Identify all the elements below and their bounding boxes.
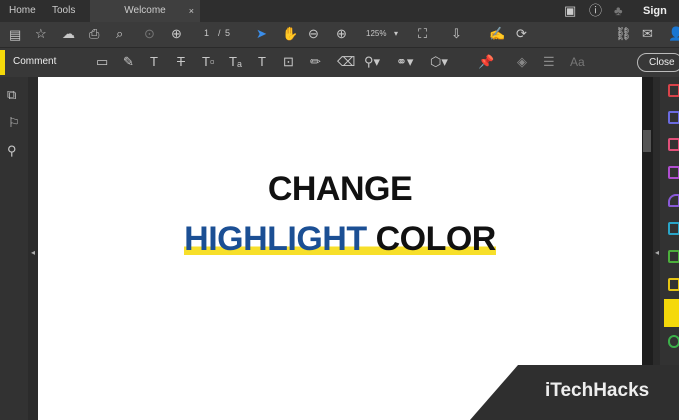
highlighter-icon[interactable]: ✎	[123, 55, 134, 68]
shapes-icon[interactable]: ⬡▾	[430, 55, 448, 68]
page-down-icon[interactable]: ⊕	[171, 27, 182, 40]
comment-label: Comment	[13, 56, 57, 67]
watermark-logo: iTechHacks	[545, 380, 650, 401]
attachment-icon[interactable]: ⚲	[7, 144, 17, 157]
add-text-icon[interactable]: T	[258, 55, 266, 68]
pin-icon[interactable]: 📌	[478, 55, 494, 68]
scan-ocr-icon[interactable]	[668, 222, 679, 235]
insert-text-icon[interactable]: Tₐ	[229, 55, 242, 68]
upload-cloud-icon[interactable]: ☁	[62, 27, 75, 40]
share-link-icon[interactable]: ⛓	[615, 27, 632, 40]
doc-heading-rest: COLOR	[366, 220, 497, 258]
text-box-icon[interactable]: ⊡	[283, 55, 294, 68]
export-pdf-icon[interactable]	[668, 84, 679, 97]
print-icon[interactable]: ⎙	[89, 27, 99, 40]
fill-sign-icon[interactable]	[668, 194, 679, 207]
page-separator: /	[218, 28, 221, 38]
main-toolbar: ▤ ☆ ☁ ⎙ ⌕ ⊙ ⊕ 1 / 5 ➤ ✋ ⊖ ⊕ 125% ▾ ⛶ ⇩ ✍…	[0, 22, 679, 48]
attach-file-icon[interactable]: ⚭▾	[396, 55, 413, 68]
page-total: 5	[225, 28, 231, 38]
page-fit-icon[interactable]: ⛶	[418, 27, 427, 40]
doc-heading-line2: HIGHLIGHT COLOR	[38, 220, 642, 259]
collapse-left-panel-icon[interactable]: ◂	[31, 249, 35, 257]
highlighted-word: HIGHLIGHT	[184, 220, 367, 258]
bookmark-icon[interactable]: ⚐	[8, 116, 20, 129]
scrollbar-thumb[interactable]	[643, 130, 651, 152]
tab-tools[interactable]: Tools	[52, 0, 75, 22]
comment-toolbar: Comment ▭ ✎ T T T▫ Tₐ T ⊡ ✏ ⌫ ⚲▾ ⚭▾ ⬡▾ 📌…	[0, 48, 679, 77]
underline-text-icon[interactable]: T	[150, 55, 158, 68]
comment-tool-active-icon[interactable]	[664, 299, 679, 327]
left-nav-rail: ⧉ ⚐ ⚲	[0, 77, 28, 420]
strikethrough-icon[interactable]: T	[177, 55, 185, 68]
pages-icon[interactable]: ⧉	[7, 88, 16, 101]
comment-accent-bar	[0, 50, 5, 75]
pencil-icon[interactable]: ✏	[310, 55, 321, 68]
save-icon[interactable]: ▤	[9, 28, 21, 41]
font-format-icon[interactable]: Aa	[570, 56, 585, 68]
doc-heading-line1: CHANGE	[267, 170, 413, 208]
stamp-icon[interactable]: ⚲▾	[364, 55, 380, 68]
chevron-down-icon[interactable]: ▾	[394, 30, 398, 38]
hand-icon[interactable]: ✋	[282, 27, 298, 40]
tab-home[interactable]: Home	[9, 0, 36, 22]
edit-pdf-icon[interactable]	[668, 138, 679, 151]
fill-color-icon[interactable]: ◈	[517, 55, 527, 68]
zoom-out-icon[interactable]: ⊖	[308, 27, 319, 40]
tab-welcome-label: Welcome	[124, 5, 166, 16]
close-button[interactable]: Close	[637, 53, 679, 72]
sign-in-link[interactable]: Sign In	[643, 0, 679, 39]
create-pdf-icon[interactable]	[668, 111, 679, 124]
replace-text-icon[interactable]: T▫	[202, 55, 215, 68]
eraser-icon[interactable]: ⌫	[337, 55, 355, 68]
highlighted-word-wrap: HIGHLIGHT COLOR	[184, 220, 496, 258]
close-tab-icon[interactable]: ×	[189, 0, 194, 22]
compare-icon[interactable]	[668, 335, 679, 348]
star-icon[interactable]: ☆	[35, 27, 47, 40]
protect-icon[interactable]	[668, 278, 679, 291]
sign-icon[interactable]: ✍	[489, 27, 505, 40]
organize-pages-icon[interactable]	[668, 166, 679, 179]
email-icon[interactable]: ✉	[642, 27, 653, 40]
scroll-mode-icon[interactable]: ⇩	[451, 27, 462, 40]
chat-icon[interactable]: ▣	[564, 4, 576, 17]
help-icon[interactable]: ⓘ	[589, 4, 602, 17]
zoom-search-icon[interactable]: ⌕	[116, 27, 123, 40]
add-user-icon[interactable]: 👤	[668, 27, 679, 40]
page-current[interactable]: 1	[204, 29, 209, 38]
page-up-icon[interactable]: ⊙	[144, 27, 155, 40]
zoom-in-icon[interactable]: ⊕	[336, 27, 347, 40]
select-cursor-icon[interactable]: ➤	[256, 27, 267, 40]
combine-files-icon[interactable]	[668, 250, 679, 263]
line-weight-icon[interactable]: ☰	[543, 55, 555, 68]
send-for-sign-icon[interactable]: ⟳	[516, 27, 527, 40]
tab-bar: Home Tools Welcome × ▣ ⓘ ♣ Sign In	[0, 0, 679, 39]
bell-icon[interactable]: ♣	[614, 4, 623, 17]
sticky-note-icon[interactable]: ▭	[96, 55, 108, 68]
expand-right-panel-icon[interactable]: ◂	[655, 249, 659, 257]
zoom-level-dropdown[interactable]: 125%	[366, 30, 386, 38]
tab-welcome[interactable]: Welcome ×	[90, 0, 200, 22]
